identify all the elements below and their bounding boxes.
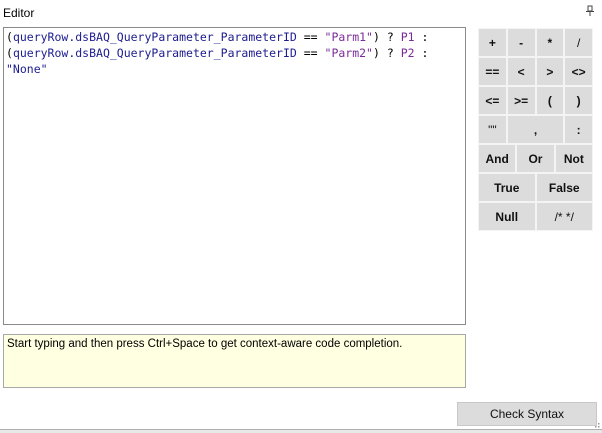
keypad-key[interactable]: - (506, 28, 536, 57)
keypad-key[interactable]: ( (535, 86, 565, 115)
keypad-key[interactable]: False (535, 173, 593, 202)
code-token: queryRow.dsBAQ_QueryParameter_ParameterI… (12, 46, 297, 60)
hint-text: Start typing and then press Ctrl+Space t… (7, 338, 403, 350)
code-token: ) ? (372, 46, 401, 60)
code-completion-hint: Start typing and then press Ctrl+Space t… (3, 334, 466, 388)
code-line: (queryRow.dsBAQ_QueryParameter_Parameter… (6, 45, 463, 61)
keypad-key[interactable]: * (535, 28, 565, 57)
code-editor[interactable]: (queryRow.dsBAQ_QueryParameter_Parameter… (3, 27, 466, 325)
panel-header: Editor (0, 0, 602, 26)
code-token: P2 (400, 46, 415, 60)
keypad-key[interactable]: Null (478, 202, 536, 231)
keypad-key[interactable]: And (478, 144, 517, 173)
keypad-key[interactable]: Not (554, 144, 593, 173)
keypad-key[interactable]: == (478, 57, 507, 86)
code-token: ( (6, 30, 13, 44)
keypad-key[interactable]: < (506, 57, 536, 86)
keypad-key[interactable]: > (535, 57, 565, 86)
code-token: queryRow.dsBAQ_QueryParameter_ParameterI… (12, 30, 297, 44)
check-syntax-button[interactable]: Check Syntax (457, 402, 597, 426)
bottom-strip (0, 429, 602, 433)
code-token: "Parm1" (324, 30, 373, 44)
keypad-key[interactable]: /* */ (535, 202, 593, 231)
keypad-key[interactable]: , (506, 115, 565, 144)
panel-title: Editor (3, 6, 35, 20)
code-line: "None" (6, 61, 463, 77)
code-token: "None" (6, 62, 48, 76)
keypad-key[interactable]: "" (478, 115, 507, 144)
keypad-key[interactable]: >= (506, 86, 536, 115)
code-token: "Parm2" (324, 46, 373, 60)
keypad-key[interactable]: <= (478, 86, 507, 115)
keypad-key[interactable]: + (478, 28, 507, 57)
keypad-key[interactable]: True (478, 173, 536, 202)
keypad-key[interactable]: / (564, 28, 593, 57)
keypad-key[interactable]: : (564, 115, 593, 144)
code-line: (queryRow.dsBAQ_QueryParameter_Parameter… (6, 29, 463, 45)
code-token: : (414, 30, 429, 44)
code-token: == (296, 30, 325, 44)
keypad-key[interactable]: Or (516, 144, 555, 173)
pin-icon[interactable] (585, 5, 595, 17)
code-token: : (414, 46, 429, 60)
keypad-key[interactable]: ) (564, 86, 593, 115)
code-token: ( (6, 46, 13, 60)
code-token: P1 (400, 30, 415, 44)
code-token: == (296, 46, 325, 60)
keypad-key[interactable]: <> (564, 57, 593, 86)
code-token: ) ? (372, 30, 401, 44)
